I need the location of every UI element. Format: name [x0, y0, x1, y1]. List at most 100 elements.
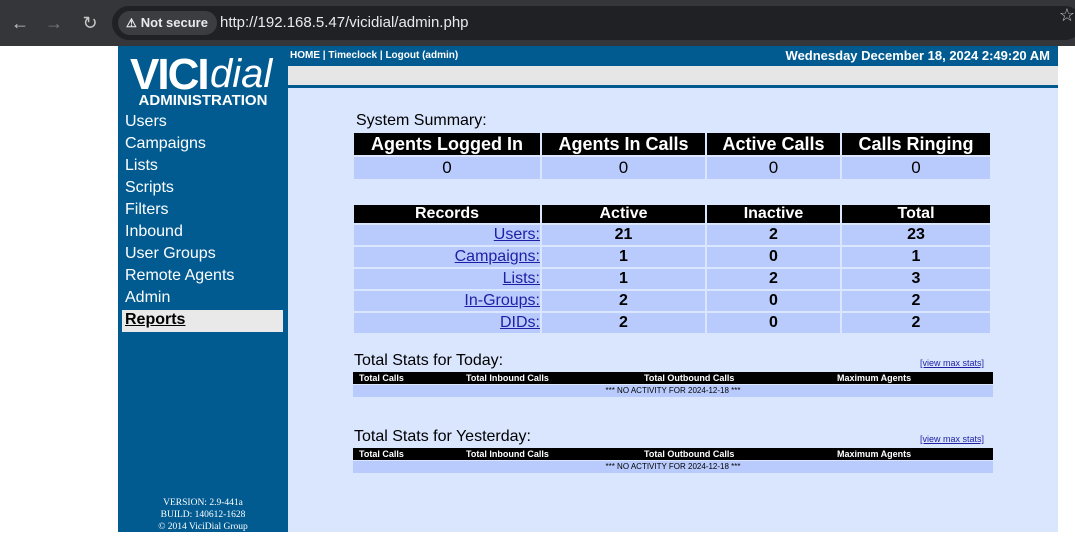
header-inactive: Inactive: [707, 205, 840, 223]
in-groups-link[interactable]: In-Groups:: [464, 292, 540, 309]
table-row: DIDs: 2 0 2: [354, 313, 990, 333]
lists-link[interactable]: Lists:: [503, 270, 540, 287]
sidebar-item-user-groups[interactable]: User Groups: [122, 244, 283, 266]
inactive-count: 0: [707, 291, 840, 311]
total-count: 23: [842, 225, 990, 245]
yesterday-stats-heading: Total Stats for Yesterday:: [354, 428, 531, 445]
sidebar-item-remote-agents[interactable]: Remote Agents: [122, 266, 283, 288]
logout-link[interactable]: Logout (admin): [385, 50, 458, 61]
today-view-max-stats-link[interactable]: [view max stats]: [920, 358, 984, 368]
header-total-outbound-calls: Total Outbound Calls: [644, 373, 735, 383]
header-total-inbound-calls: Total Inbound Calls: [466, 449, 549, 459]
campaigns-link[interactable]: Campaigns:: [455, 248, 540, 265]
record-name-cell: In-Groups:: [354, 291, 540, 311]
record-name-cell: Campaigns:: [354, 247, 540, 267]
sidebar-menu: Users Campaigns Lists Scripts Filters In…: [122, 112, 283, 332]
header-total-calls: Total Calls: [359, 449, 404, 459]
inactive-count: 0: [707, 313, 840, 333]
administration-title: ADMINISTRATION: [138, 92, 268, 109]
yesterday-view-max-stats-link[interactable]: [view max stats]: [920, 434, 984, 444]
timeclock-link[interactable]: Timeclock: [328, 50, 377, 61]
active-count: 1: [542, 269, 705, 289]
sidebar-item-reports[interactable]: Reports: [122, 310, 283, 332]
sidebar-item-admin[interactable]: Admin: [122, 288, 283, 310]
table-row: Users: 21 2 23: [354, 225, 990, 245]
total-count: 2: [842, 313, 990, 333]
sidebar-item-inbound[interactable]: Inbound: [122, 222, 283, 244]
copyright-text: © 2014 ViciDial Group: [158, 522, 248, 532]
bookmark-star-icon[interactable]: ☆: [1059, 5, 1075, 26]
total-count: 2: [842, 291, 990, 311]
yesterday-no-activity-message: *** NO ACTIVITY FOR 2024-12-18 ***: [353, 461, 993, 473]
sidebar: VICI dial ADMINISTRATION Users Campaigns…: [118, 46, 288, 532]
records-header-row: Records Active Inactive Total: [354, 205, 990, 223]
inactive-count: 2: [707, 225, 840, 245]
table-row: Campaigns: 1 0 1: [354, 247, 990, 267]
today-no-activity-message: *** NO ACTIVITY FOR 2024-12-18 ***: [353, 385, 993, 397]
version-text: VERSION: 2.9-441a: [163, 498, 243, 508]
active-calls-value: 0: [707, 157, 840, 179]
header-maximum-agents: Maximum Agents: [837, 373, 912, 383]
header-agents-in-calls: Agents In Calls: [542, 133, 705, 155]
sidebar-item-filters[interactable]: Filters: [122, 200, 283, 222]
inactive-count: 2: [707, 269, 840, 289]
security-badge[interactable]: ⚠ Not secure: [118, 11, 217, 35]
yesterday-stats-header: Total Calls Total Inbound Calls Total Ou…: [353, 448, 993, 460]
records-table: Records Active Inactive Total Users: 21 …: [352, 203, 992, 335]
home-link[interactable]: HOME: [290, 50, 320, 61]
security-label: Not secure: [140, 15, 208, 30]
sidebar-item-scripts[interactable]: Scripts: [122, 178, 283, 200]
browser-toolbar: ← → ↻ ⚠ Not secure http://192.168.5.47/vi…: [0, 0, 1075, 46]
active-count: 21: [542, 225, 705, 245]
header-total-inbound-calls: Total Inbound Calls: [466, 373, 549, 383]
record-name-cell: Users:: [354, 225, 540, 245]
sidebar-item-lists[interactable]: Lists: [122, 156, 283, 178]
inactive-count: 0: [707, 247, 840, 267]
users-link[interactable]: Users:: [494, 226, 540, 243]
header-total-calls: Total Calls: [359, 373, 404, 383]
system-summary-table: Agents Logged In Agents In Calls Active …: [352, 131, 992, 181]
forward-arrow-icon[interactable]: →: [42, 11, 66, 35]
dids-link[interactable]: DIDs:: [500, 314, 540, 331]
sidebar-item-users[interactable]: Users: [122, 112, 283, 134]
record-name-cell: Lists:: [354, 269, 540, 289]
logo-dial-text: dial: [210, 52, 273, 96]
record-name-cell: DIDs:: [354, 313, 540, 333]
table-row: In-Groups: 2 0 2: [354, 291, 990, 311]
warning-icon: ⚠: [126, 16, 137, 30]
header-agents-logged-in: Agents Logged In: [354, 133, 540, 155]
build-text: BUILD: 140612-1628: [160, 510, 246, 520]
agents-logged-in-value: 0: [354, 157, 540, 179]
active-count: 1: [542, 247, 705, 267]
system-summary-heading: System Summary:: [356, 112, 487, 129]
header-maximum-agents: Maximum Agents: [837, 449, 912, 459]
current-datetime: Wednesday December 18, 2024 2:49:20 AM: [785, 48, 1050, 63]
table-row: Lists: 1 2 3: [354, 269, 990, 289]
header-active: Active: [542, 205, 705, 223]
summary-header-row: Agents Logged In Agents In Calls Active …: [354, 133, 990, 155]
url-text[interactable]: http://192.168.5.47/vicidial/admin.php: [220, 14, 469, 31]
header-calls-ringing: Calls Ringing: [842, 133, 990, 155]
active-count: 2: [542, 291, 705, 311]
back-arrow-icon[interactable]: ←: [8, 11, 32, 35]
header-total: Total: [842, 205, 990, 223]
summary-value-row: 0 0 0 0: [354, 157, 990, 179]
sidebar-item-campaigns[interactable]: Campaigns: [122, 134, 283, 156]
top-links: HOME | Timeclock | Logout (admin): [290, 50, 458, 61]
today-stats-heading: Total Stats for Today:: [354, 352, 504, 369]
calls-ringing-value: 0: [842, 157, 990, 179]
total-count: 1: [842, 247, 990, 267]
active-count: 2: [542, 313, 705, 333]
agents-in-calls-value: 0: [542, 157, 705, 179]
address-bar[interactable]: ⚠ Not secure http://192.168.5.47/vicidial…: [112, 6, 1075, 40]
header-records: Records: [354, 205, 540, 223]
top-header-bar: HOME | Timeclock | Logout (admin) Wednes…: [288, 46, 1058, 66]
today-stats-header: Total Calls Total Inbound Calls Total Ou…: [353, 372, 993, 384]
sub-header-bar: [288, 66, 1058, 85]
reload-icon[interactable]: ↻: [78, 11, 102, 35]
header-total-outbound-calls: Total Outbound Calls: [644, 449, 735, 459]
version-info: VERSION: 2.9-441a BUILD: 140612-1628 © 2…: [118, 497, 288, 533]
header-active-calls: Active Calls: [707, 133, 840, 155]
main-content: System Summary: Agents Logged In Agents …: [288, 88, 1058, 532]
total-count: 3: [842, 269, 990, 289]
